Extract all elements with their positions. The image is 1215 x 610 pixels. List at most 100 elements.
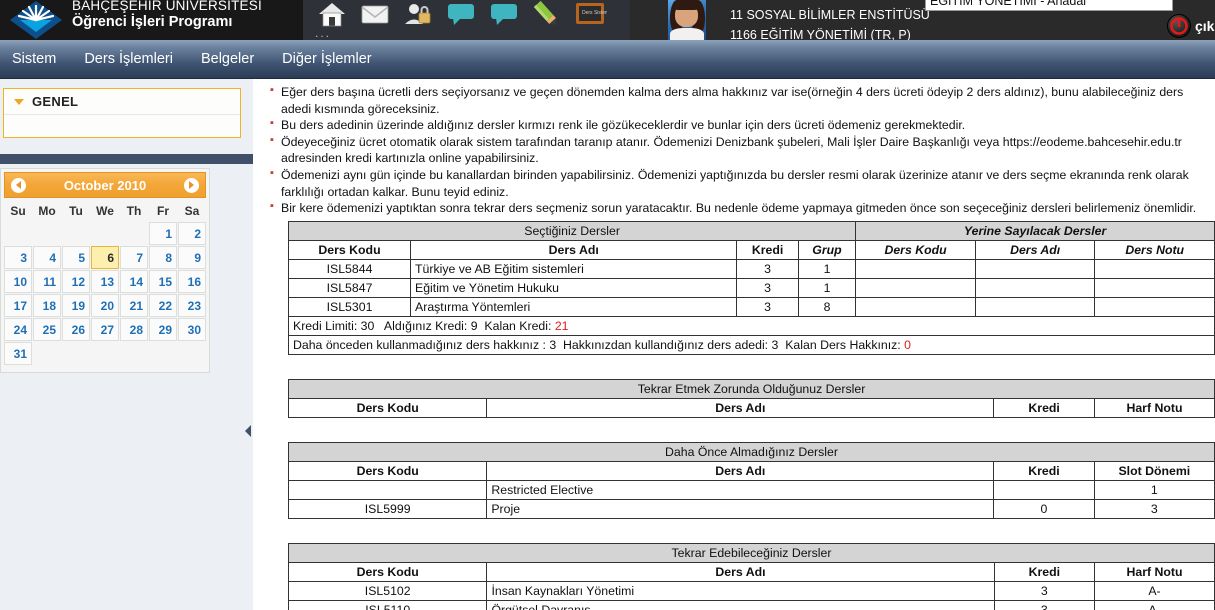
nav-item-diger-islemler[interactable]: Diğer İşlemler — [268, 51, 385, 67]
student-avatar — [668, 0, 706, 40]
cell-y-not — [1094, 296, 1215, 317]
column-header-harf-notu: Harf Notu — [1094, 561, 1215, 582]
calendar-day[interactable]: 15 — [149, 270, 177, 293]
calendar-day[interactable]: 26 — [62, 318, 90, 341]
calendar-dayname: Fr — [157, 204, 169, 218]
cell-harf-notu: A- — [1094, 599, 1215, 610]
calendar-widget: October 2010 Su Mo Tu We Th Fr Sa 123456… — [0, 168, 210, 373]
blackboard-icon[interactable]: Ders Sistemi — [573, 0, 610, 28]
calendar-day-empty — [33, 342, 61, 365]
genel-panel: GENEL — [3, 88, 241, 138]
calendar-next-icon[interactable] — [184, 177, 199, 193]
calendar-day[interactable]: 20 — [91, 294, 119, 317]
calendar-day[interactable]: 24 — [4, 318, 32, 341]
logout-label: çık — [1195, 18, 1215, 34]
table-row: ISL5301 Araştırma Yöntemleri 3 8 — [287, 296, 1215, 317]
calendar-day[interactable]: 13 — [91, 270, 119, 293]
calendar-daynames-row: Su Mo Tu We Th Fr Sa — [4, 201, 206, 221]
section-header-substitute: Yerine Sayılacak Dersler — [855, 220, 1215, 241]
credit-summary-row: Kredi Limiti: 30 Aldığınız Kredi: 9 Kala… — [288, 315, 1215, 336]
logout-button[interactable]: çık — [1167, 13, 1214, 39]
calendar-day[interactable]: 2 — [178, 222, 206, 245]
chat-bubble-icon[interactable] — [444, 0, 478, 28]
calendar-week-row: 3456789 — [4, 246, 206, 269]
calendar-day[interactable]: 10 — [4, 270, 32, 293]
table-header-row: Ders Kodu Ders Adı Kredi Grup Ders Kodu … — [287, 239, 1215, 260]
calendar-day[interactable]: 31 — [4, 342, 32, 365]
column-header-harf-notu: Harf Notu — [1093, 397, 1215, 418]
column-header-y-ders-kodu: Ders Kodu — [855, 239, 976, 260]
calendar-week-row: 31 — [4, 342, 206, 365]
table-row: ISL5102 İnsan Kaynakları Yönetimi 3 A- — [287, 580, 1215, 601]
chat-bubble-2-icon[interactable] — [487, 0, 521, 28]
header-icon-toolbar: Ders Sistemi ... — [303, 0, 630, 40]
calendar-day[interactable]: 3 — [4, 246, 32, 269]
course-right-summary-row: Daha önceden kullanmadığınız ders hakkın… — [288, 334, 1215, 355]
icon-overflow-ellipsis[interactable]: ... — [315, 26, 331, 40]
cell-ders-adi: Proje — [486, 498, 995, 519]
nav-items: Sistem Ders İşlemleri Belgeler Diğer İşl… — [0, 51, 386, 67]
table-row: Restricted Elective 1 — [287, 479, 1215, 500]
calendar-day[interactable]: 14 — [120, 270, 148, 293]
calendar-day[interactable]: 7 — [120, 246, 148, 269]
department-select[interactable]: EĞİTİM YÖNETİMİ - Anadal — [925, 0, 1173, 11]
must-repeat-table: Tekrar Etmek Zorunda Olduğunuz Dersler D… — [287, 378, 1215, 418]
mail-icon[interactable] — [358, 0, 392, 28]
calendar-day[interactable]: 29 — [149, 318, 177, 341]
kredi-limiti: Kredi Limiti: 30 — [293, 318, 375, 333]
calendar-day[interactable]: 16 — [178, 270, 206, 293]
calendar-week-row: 24 25 26 27 28 29 30 — [4, 318, 206, 341]
calendar-day[interactable]: 17 — [4, 294, 32, 317]
nav-item-belgeler[interactable]: Belgeler — [187, 51, 268, 67]
calendar-day[interactable]: 23 — [178, 294, 206, 317]
kullanilmayan-hak: Daha önceden kullanmadığınız ders hakkın… — [293, 337, 557, 352]
home-icon[interactable] — [315, 0, 349, 28]
calendar-day[interactable]: 28 — [120, 318, 148, 341]
cell-ders-adi: Eğitim ve Yönetim Hukuku — [410, 277, 738, 298]
cell-y-kod — [855, 296, 976, 317]
cell-y-not — [1094, 258, 1215, 279]
user-lock-icon[interactable] — [401, 0, 435, 28]
nav-item-ders-islemleri[interactable]: Ders İşlemleri — [70, 51, 187, 67]
pencil-icon[interactable] — [530, 0, 564, 28]
nav-item-sistem[interactable]: Sistem — [0, 51, 70, 67]
not-taken-table-wrap: Daha Önce Almadığınız Dersler Ders Kodu … — [287, 441, 1215, 519]
sidebar-divider — [0, 154, 253, 164]
calendar-day[interactable]: 11 — [33, 270, 61, 293]
calendar-prev-icon[interactable] — [11, 177, 26, 193]
calendar-day-empty — [62, 222, 90, 245]
svg-text:Ders Sistemi: Ders Sistemi — [582, 10, 607, 16]
list-item: Eğer ders başına ücretli ders seçiyorsan… — [269, 83, 1211, 117]
column-header-slot-donemi: Slot Dönemi — [1093, 460, 1215, 481]
calendar-day[interactable]: 18 — [33, 294, 61, 317]
calendar-day[interactable]: 5 — [62, 246, 90, 269]
calendar-dayname: Sa — [184, 204, 200, 218]
calendar-day[interactable]: 27 — [91, 318, 119, 341]
cell-kredi: 3 — [993, 599, 1096, 610]
not-taken-table: Daha Önce Almadığınız Dersler Ders Kodu … — [287, 441, 1215, 519]
calendar-day[interactable]: 4 — [33, 246, 61, 269]
chevron-down-icon — [14, 98, 24, 105]
calendar-day[interactable]: 9 — [178, 246, 206, 269]
calendar-day[interactable]: 22 — [149, 294, 177, 317]
column-header-ders-adi: Ders Adı — [486, 397, 995, 418]
calendar-day[interactable]: 6 — [91, 246, 119, 269]
calendar-day[interactable]: 8 — [149, 246, 177, 269]
genel-panel-header[interactable]: GENEL — [4, 89, 240, 115]
app-header: BAHÇEŞEHİR ÜNİVERSİTESİ Öğrenci İşleri P… — [0, 0, 1215, 40]
calendar-day[interactable]: 21 — [120, 294, 148, 317]
column-header-ders-adi: Ders Adı — [410, 239, 738, 260]
calendar-day[interactable]: 25 — [33, 318, 61, 341]
calendar-day[interactable]: 12 — [62, 270, 90, 293]
calendar-day[interactable]: 19 — [62, 294, 90, 317]
calendar-day[interactable]: 30 — [178, 318, 206, 341]
genel-panel-label: GENEL — [32, 94, 79, 109]
sidebar-collapse-button[interactable] — [243, 422, 253, 440]
calendar-week-row: 12 — [4, 222, 206, 245]
cell-y-ad — [974, 296, 1096, 317]
calendar-day[interactable]: 1 — [149, 222, 177, 245]
table-section-row: Tekrar Etmek Zorunda Olduğunuz Dersler — [288, 378, 1215, 399]
calendar-dayname: We — [96, 204, 114, 218]
table-header-row: Ders Kodu Ders Adı Kredi Slot Dönemi — [287, 460, 1215, 481]
